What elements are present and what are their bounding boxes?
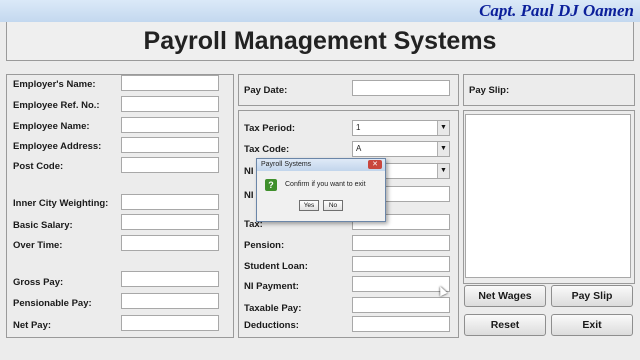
watermark: Capt. Paul DJ Oamen (479, 1, 634, 20)
gross-pay-label: Gross Pay: (13, 277, 64, 288)
close-icon[interactable]: ✕ (368, 160, 382, 169)
taxable-pay-label: Taxable Pay: (244, 303, 302, 314)
gross-pay-field[interactable] (121, 271, 219, 287)
basic-salary-field[interactable] (121, 214, 219, 230)
payslip-textarea[interactable] (465, 114, 631, 278)
taxable-pay-field[interactable] (352, 297, 450, 313)
post-code-field[interactable] (121, 157, 219, 173)
employee-address-field[interactable] (121, 137, 219, 153)
employee-ref-field[interactable] (121, 96, 219, 112)
tax-period-value: 1 (356, 123, 361, 132)
net-pay-label: Net Pay: (13, 320, 52, 331)
ni-code-label: NI (244, 166, 254, 177)
inner-city-field[interactable] (121, 194, 219, 210)
over-time-label: Over Time: (13, 240, 63, 251)
net-pay-field[interactable] (121, 315, 219, 331)
employee-name-field[interactable] (121, 117, 219, 133)
exit-button[interactable]: Exit (551, 314, 633, 336)
pay-slip-button[interactable]: Pay Slip (551, 285, 633, 307)
chevron-down-icon[interactable]: ▼ (437, 142, 449, 156)
ni-payment-label: NI Payment: (244, 281, 299, 292)
pensionable-pay-field[interactable] (121, 293, 219, 309)
ni-number-label: NI (244, 190, 254, 201)
tax-code-select[interactable]: A ▼ (352, 141, 450, 157)
payslip-label: Pay Slip: (469, 85, 510, 96)
inner-city-label: Inner City Weighting: (13, 198, 109, 209)
header-panel: Payroll Management Systems (6, 22, 634, 61)
employer-name-label: Employer's Name: (13, 79, 96, 90)
student-loan-label: Student Loan: (244, 261, 308, 272)
employee-ref-label: Employee Ref. No.: (13, 100, 100, 111)
pay-date-label: Pay Date: (244, 85, 288, 96)
tax-code-label: Tax Code: (244, 144, 290, 155)
confirm-exit-dialog: Payroll Systems ✕ ? Confirm if you want … (256, 158, 386, 222)
employer-name-field[interactable] (121, 75, 219, 91)
yes-button[interactable]: Yes (299, 200, 319, 211)
tax-period-select[interactable]: 1 ▼ (352, 120, 450, 136)
pension-label: Pension: (244, 240, 285, 251)
basic-salary-label: Basic Salary: (13, 220, 73, 231)
student-loan-field[interactable] (352, 256, 450, 272)
pension-field[interactable] (352, 235, 450, 251)
reset-button[interactable]: Reset (464, 314, 546, 336)
window-titlebar: Capt. Paul DJ Oamen (0, 0, 640, 23)
chevron-down-icon[interactable]: ▼ (437, 121, 449, 135)
no-button[interactable]: No (323, 200, 343, 211)
pensionable-pay-label: Pensionable Pay: (13, 298, 92, 309)
tax-code-value: A (356, 144, 362, 153)
post-code-label: Post Code: (13, 161, 64, 172)
tax-period-label: Tax Period: (244, 123, 296, 134)
employee-name-label: Employee Name: (13, 121, 90, 132)
dialog-title: Payroll Systems (257, 159, 385, 171)
chevron-down-icon[interactable]: ▼ (437, 164, 449, 178)
deductions-label: Deductions: (244, 320, 299, 331)
dialog-message: Confirm if you want to exit (285, 181, 366, 188)
page-title: Payroll Management Systems (143, 26, 497, 55)
ni-payment-field[interactable] (352, 276, 450, 292)
pay-date-field[interactable] (352, 80, 450, 96)
question-icon: ? (265, 179, 277, 191)
employee-address-label: Employee Address: (13, 141, 102, 152)
over-time-field[interactable] (121, 235, 219, 251)
net-wages-button[interactable]: Net Wages (464, 285, 546, 307)
deductions-field[interactable] (352, 316, 450, 332)
